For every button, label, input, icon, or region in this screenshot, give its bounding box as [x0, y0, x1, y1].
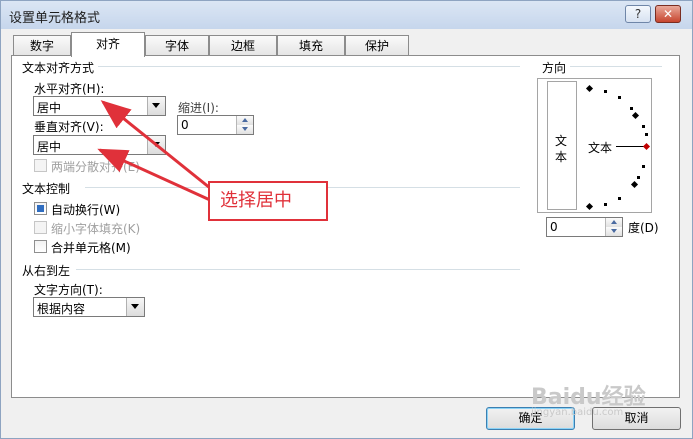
annotation-callout: 选择居中: [208, 181, 328, 221]
annotation-arrows: [97, 100, 211, 202]
